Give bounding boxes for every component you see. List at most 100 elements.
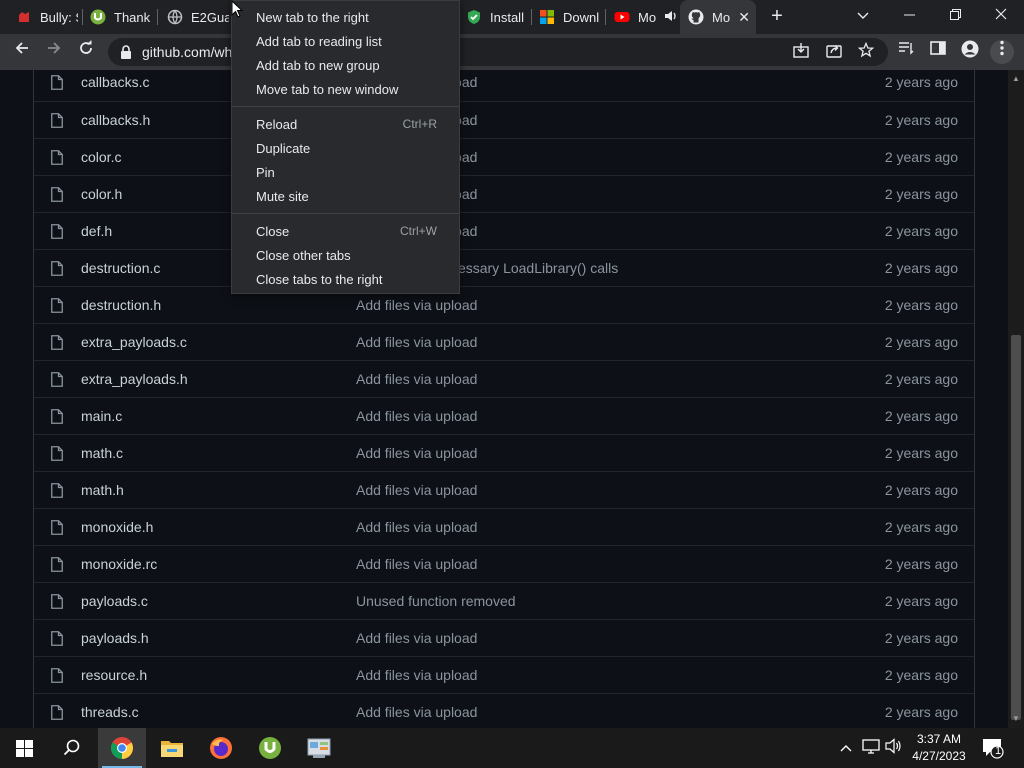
tab-bully[interactable]: Bully: S	[16, 0, 78, 34]
github-file-list-page: callbacks.c Add files via upload 2 years a…	[0, 70, 1008, 728]
file-row: main.c Add files via upload 2 years ago	[34, 397, 974, 434]
reload-button[interactable]	[74, 40, 98, 64]
new-tab-button[interactable]: +	[766, 6, 788, 28]
menu-item[interactable]: Close other tabs	[232, 243, 459, 267]
start-button[interactable]	[0, 728, 48, 768]
chevron-up-icon	[840, 745, 852, 752]
file-name-link[interactable]: math.c	[81, 445, 123, 461]
menu-item[interactable]: Mute site	[232, 184, 459, 208]
commit-message-link[interactable]: Add files via upload	[356, 371, 477, 387]
menu-item-label: Reload	[256, 117, 298, 132]
scroll-up-arrow-icon[interactable]: ▲	[1011, 74, 1021, 84]
file-name-link[interactable]: payloads.h	[81, 630, 149, 646]
taskbar-firefox[interactable]	[197, 728, 245, 768]
file-name-link[interactable]: callbacks.h	[81, 112, 150, 128]
network-icon[interactable]	[861, 738, 881, 758]
volume-icon[interactable]	[884, 738, 904, 758]
file-name-link[interactable]: callbacks.c	[81, 74, 149, 90]
back-button[interactable]	[10, 40, 34, 64]
speaker-icon[interactable]	[664, 10, 676, 25]
file-icon	[51, 335, 63, 350]
taskbar-file-explorer[interactable]	[148, 728, 196, 768]
close-icon	[995, 8, 1007, 20]
menu-item[interactable]: Duplicate	[232, 136, 459, 160]
restore-icon	[949, 9, 961, 20]
file-name-link[interactable]: payloads.c	[81, 593, 148, 609]
commit-message-link[interactable]: Add files via upload	[356, 519, 477, 535]
tab-youtube[interactable]: Mo	[614, 0, 676, 34]
tab-close-icon[interactable]: ✕	[738, 9, 750, 26]
taskbar-control-panel[interactable]	[295, 728, 343, 768]
close-window-button[interactable]	[978, 0, 1024, 32]
file-name-link[interactable]: extra_payloads.h	[81, 371, 188, 387]
tab-search-button[interactable]	[840, 0, 886, 32]
menu-item[interactable]: Reload Ctrl+R	[232, 112, 459, 136]
install-app-button[interactable]	[791, 42, 811, 62]
system-clock[interactable]: 3:37 AM 4/27/2023	[906, 731, 972, 765]
file-row: destruction.h Add files via upload 2 years…	[34, 286, 974, 323]
shield-favicon-icon	[466, 9, 482, 25]
menu-item-label: Close other tabs	[256, 248, 351, 263]
commit-message-link[interactable]: Add files via upload	[356, 408, 477, 424]
commit-message-link[interactable]: Add files via upload	[356, 482, 477, 498]
file-name-link[interactable]: destruction.c	[81, 260, 160, 276]
address-bar[interactable]: github.com/wh e	[108, 38, 888, 66]
tab-e2guardian[interactable]: E2Gua	[167, 0, 229, 34]
taskbar-chrome[interactable]	[98, 728, 146, 768]
commit-age: 2 years ago	[884, 445, 958, 461]
restore-button[interactable]	[932, 0, 978, 32]
commit-message-link[interactable]: Add files via upload	[356, 334, 477, 350]
search-button[interactable]	[48, 728, 96, 768]
commit-message-link[interactable]: Add files via upload	[356, 556, 477, 572]
profile-button[interactable]	[958, 40, 982, 64]
menu-item[interactable]: Move tab to new window	[232, 77, 459, 101]
file-name-link[interactable]: math.h	[81, 482, 124, 498]
menu-item[interactable]: New tab to the right	[232, 5, 459, 29]
file-name-link[interactable]: extra_payloads.c	[81, 334, 187, 350]
file-icon	[51, 557, 63, 572]
commit-age: 2 years ago	[884, 482, 958, 498]
menu-item[interactable]: Add tab to reading list	[232, 29, 459, 53]
file-name-link[interactable]: monoxide.h	[81, 519, 153, 535]
file-name-link[interactable]: color.h	[81, 186, 122, 202]
page-scrollbar[interactable]: ▲ ▼	[1008, 70, 1024, 728]
tab-install[interactable]: Install	[466, 0, 528, 34]
commit-message-link[interactable]: Unused function removed	[356, 593, 516, 609]
action-center-button[interactable]: 1	[982, 737, 1004, 759]
tab-download[interactable]: Downl	[539, 0, 599, 34]
scroll-down-arrow-icon[interactable]: ▼	[1011, 714, 1021, 724]
lock-icon[interactable]	[120, 45, 132, 59]
commit-message-link[interactable]: Add files via upload	[356, 297, 477, 313]
forward-button[interactable]	[42, 40, 66, 64]
menu-item[interactable]: Pin	[232, 160, 459, 184]
commit-message-link[interactable]: Add files via upload	[356, 630, 477, 646]
commit-message-link[interactable]: Add files via upload	[356, 667, 477, 683]
file-name-link[interactable]: resource.h	[81, 667, 147, 683]
reading-list-button[interactable]	[894, 40, 918, 64]
taskbar-utorrent[interactable]	[246, 728, 294, 768]
scroll-thumb[interactable]	[1011, 335, 1021, 720]
file-name-link[interactable]: color.c	[81, 149, 121, 165]
share-button[interactable]	[824, 42, 844, 62]
menu-item[interactable]: Close tabs to the right	[232, 267, 459, 291]
tab-github-active[interactable]: Mo ✕	[680, 0, 756, 34]
file-name-link[interactable]: threads.c	[81, 704, 139, 720]
commit-message-link[interactable]: Add files via upload	[356, 445, 477, 461]
bookmark-button[interactable]	[856, 41, 876, 62]
minimize-icon	[903, 14, 915, 16]
file-name-link[interactable]: destruction.h	[81, 297, 161, 313]
minimize-button[interactable]	[886, 0, 932, 32]
chrome-menu-button[interactable]	[990, 40, 1014, 64]
tab-separator	[605, 9, 606, 25]
menu-item[interactable]: Close Ctrl+W	[232, 219, 459, 243]
side-panel-button[interactable]	[926, 40, 950, 64]
show-hidden-icons-button[interactable]	[836, 738, 856, 758]
menu-item-label: Add tab to reading list	[256, 34, 382, 49]
globe-favicon-icon	[167, 9, 183, 25]
menu-item[interactable]: Add tab to new group	[232, 53, 459, 77]
file-name-link[interactable]: monoxide.rc	[81, 556, 157, 572]
commit-message-link[interactable]: Add files via upload	[356, 704, 477, 720]
tab-thank[interactable]: Thank	[90, 0, 152, 34]
file-name-link[interactable]: def.h	[81, 223, 112, 239]
file-name-link[interactable]: main.c	[81, 408, 122, 424]
